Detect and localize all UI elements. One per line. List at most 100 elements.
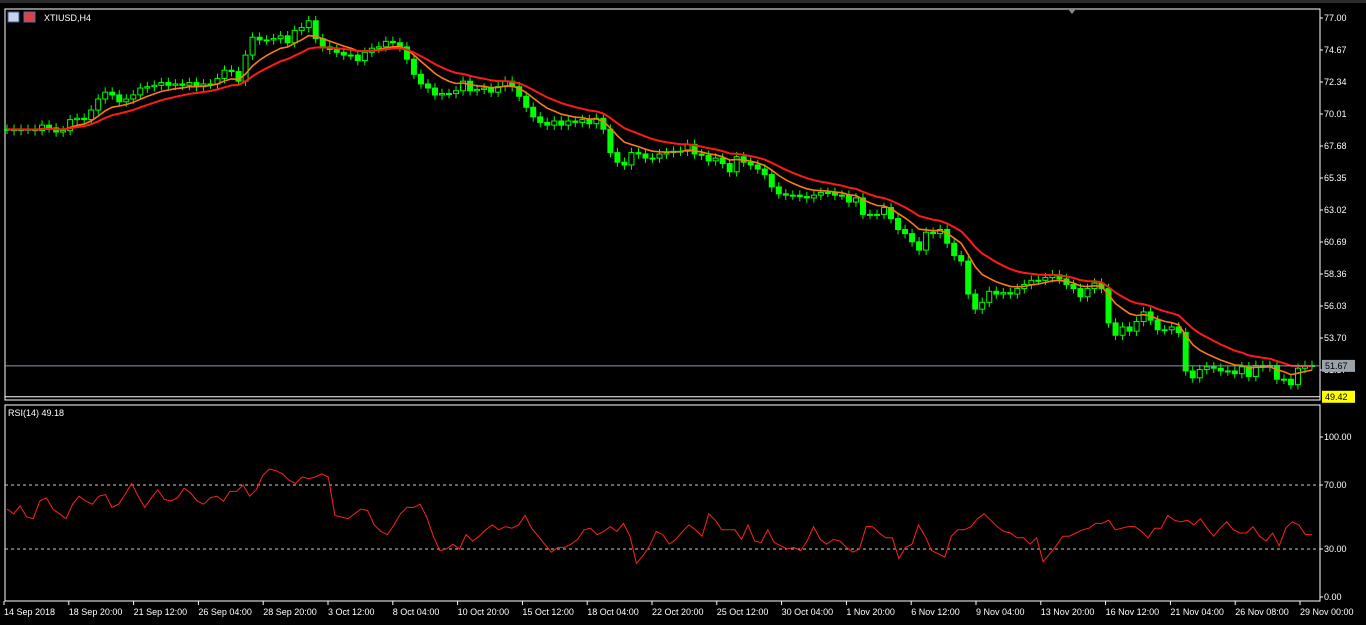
candle-body — [410, 58, 417, 75]
candle-body — [712, 157, 719, 162]
candle-body — [1028, 279, 1035, 285]
candle-body — [614, 152, 621, 163]
candle-body — [1084, 288, 1091, 298]
candle-body — [172, 83, 179, 86]
candle-body — [116, 94, 123, 103]
price-tick-label: 56.03 — [1324, 301, 1347, 311]
candle-body — [242, 54, 249, 82]
time-tick-label: 15 Oct 12:00 — [522, 607, 574, 617]
candle-body — [775, 186, 782, 195]
rsi-tick-label: 30.00 — [1324, 544, 1347, 554]
candle-body — [523, 95, 530, 108]
time-tick-label: 10 Oct 20:00 — [458, 607, 510, 617]
candle-body — [1042, 277, 1049, 281]
candle-body — [930, 231, 937, 235]
candle-body — [1126, 326, 1133, 332]
candle-body — [642, 153, 649, 159]
candle-body — [789, 194, 796, 197]
rsi-tick-label: 0.00 — [1324, 592, 1342, 602]
price-tick-label: 58.36 — [1324, 269, 1347, 279]
candle-body — [291, 29, 298, 44]
candle-body — [130, 94, 137, 100]
candle-body — [754, 164, 761, 170]
candle-body — [277, 35, 284, 40]
candle-body — [263, 39, 270, 42]
candle-body — [986, 290, 993, 303]
rsi-title: RSI(14) 49.18 — [8, 408, 64, 418]
candle-body — [579, 119, 586, 123]
candle-body — [165, 82, 172, 86]
low-price-label: 49.42 — [1325, 392, 1348, 402]
time-tick-label: 6 Nov 12:00 — [911, 607, 960, 617]
current-price-label: 51.67 — [1325, 361, 1348, 371]
candle-body — [431, 87, 438, 96]
symbol-label: XTIUSD,H4 — [44, 13, 91, 23]
candle-body — [1210, 366, 1217, 369]
candle-body — [1280, 378, 1287, 381]
candle-body — [979, 301, 986, 310]
candle-body — [895, 218, 902, 231]
time-tick-label: 22 Oct 20:00 — [652, 607, 704, 617]
candle-body — [270, 38, 277, 41]
price-tick-label: 74.67 — [1324, 45, 1347, 55]
candle-body — [446, 93, 453, 96]
candle-body — [586, 119, 593, 125]
candle-body — [747, 161, 754, 166]
candle-body — [1189, 370, 1196, 379]
candle-body — [340, 51, 347, 56]
candle-body — [761, 168, 768, 176]
candle-body — [782, 193, 789, 196]
candle-body — [1119, 326, 1126, 336]
price-tick-label: 53.70 — [1324, 333, 1347, 343]
ma-slow-line — [6, 46, 1313, 367]
chart-window-icon — [7, 11, 20, 23]
candle-body — [649, 157, 656, 160]
time-tick-label: 26 Sep 04:00 — [198, 607, 252, 617]
candle-body — [824, 191, 831, 194]
candle-body — [768, 174, 775, 188]
candle-body — [424, 83, 431, 89]
price-tick-label: 60.69 — [1324, 237, 1347, 247]
candle-body — [228, 69, 235, 73]
candle-body — [417, 73, 424, 85]
time-tick-label: 3 Oct 12:00 — [328, 607, 375, 617]
price-tick-label: 72.34 — [1324, 77, 1347, 87]
candle-body — [958, 255, 965, 262]
candle-body — [354, 54, 361, 62]
price-panel-frame — [4, 8, 1321, 401]
candle-body — [537, 116, 544, 123]
candle-body — [284, 35, 291, 44]
candle-body — [656, 153, 663, 159]
candle-body — [453, 90, 460, 95]
candle-body — [972, 293, 979, 310]
price-tick-label: 65.35 — [1324, 173, 1347, 183]
candle-body — [951, 242, 958, 257]
candle-body — [382, 40, 389, 48]
candle-body — [607, 128, 614, 154]
candle-body — [916, 241, 923, 251]
rsi-tick-label: 100.00 — [1324, 432, 1352, 442]
candle-body — [144, 86, 151, 89]
time-tick-label: 29 Nov 00:00 — [1300, 607, 1354, 617]
price-tick-label: 70.01 — [1324, 109, 1347, 119]
candle-body — [186, 82, 193, 86]
time-tick-label: 28 Sep 20:00 — [263, 607, 317, 617]
candle-body — [256, 36, 263, 41]
price-tick-label: 67.68 — [1324, 141, 1347, 151]
candle-body — [151, 84, 158, 88]
candle-body — [1168, 326, 1175, 331]
candle-body — [635, 152, 642, 155]
time-tick-label: 26 Nov 08:00 — [1235, 607, 1289, 617]
candle-body — [719, 157, 726, 165]
candle-body — [361, 51, 368, 62]
candles — [4, 15, 1315, 390]
time-tick-label: 9 Nov 04:00 — [976, 607, 1025, 617]
candle-body — [944, 229, 951, 244]
candle-body — [796, 194, 803, 198]
candle-body — [95, 98, 102, 111]
candle-body — [803, 196, 810, 199]
candle-body — [389, 40, 396, 44]
candle-body — [565, 120, 572, 126]
price-chart[interactable]: XTIUSD,H4 77.00 74.67 72.34 70.01 67.68 65.35 6… — [0, 0, 1366, 625]
candle-body — [866, 213, 873, 216]
